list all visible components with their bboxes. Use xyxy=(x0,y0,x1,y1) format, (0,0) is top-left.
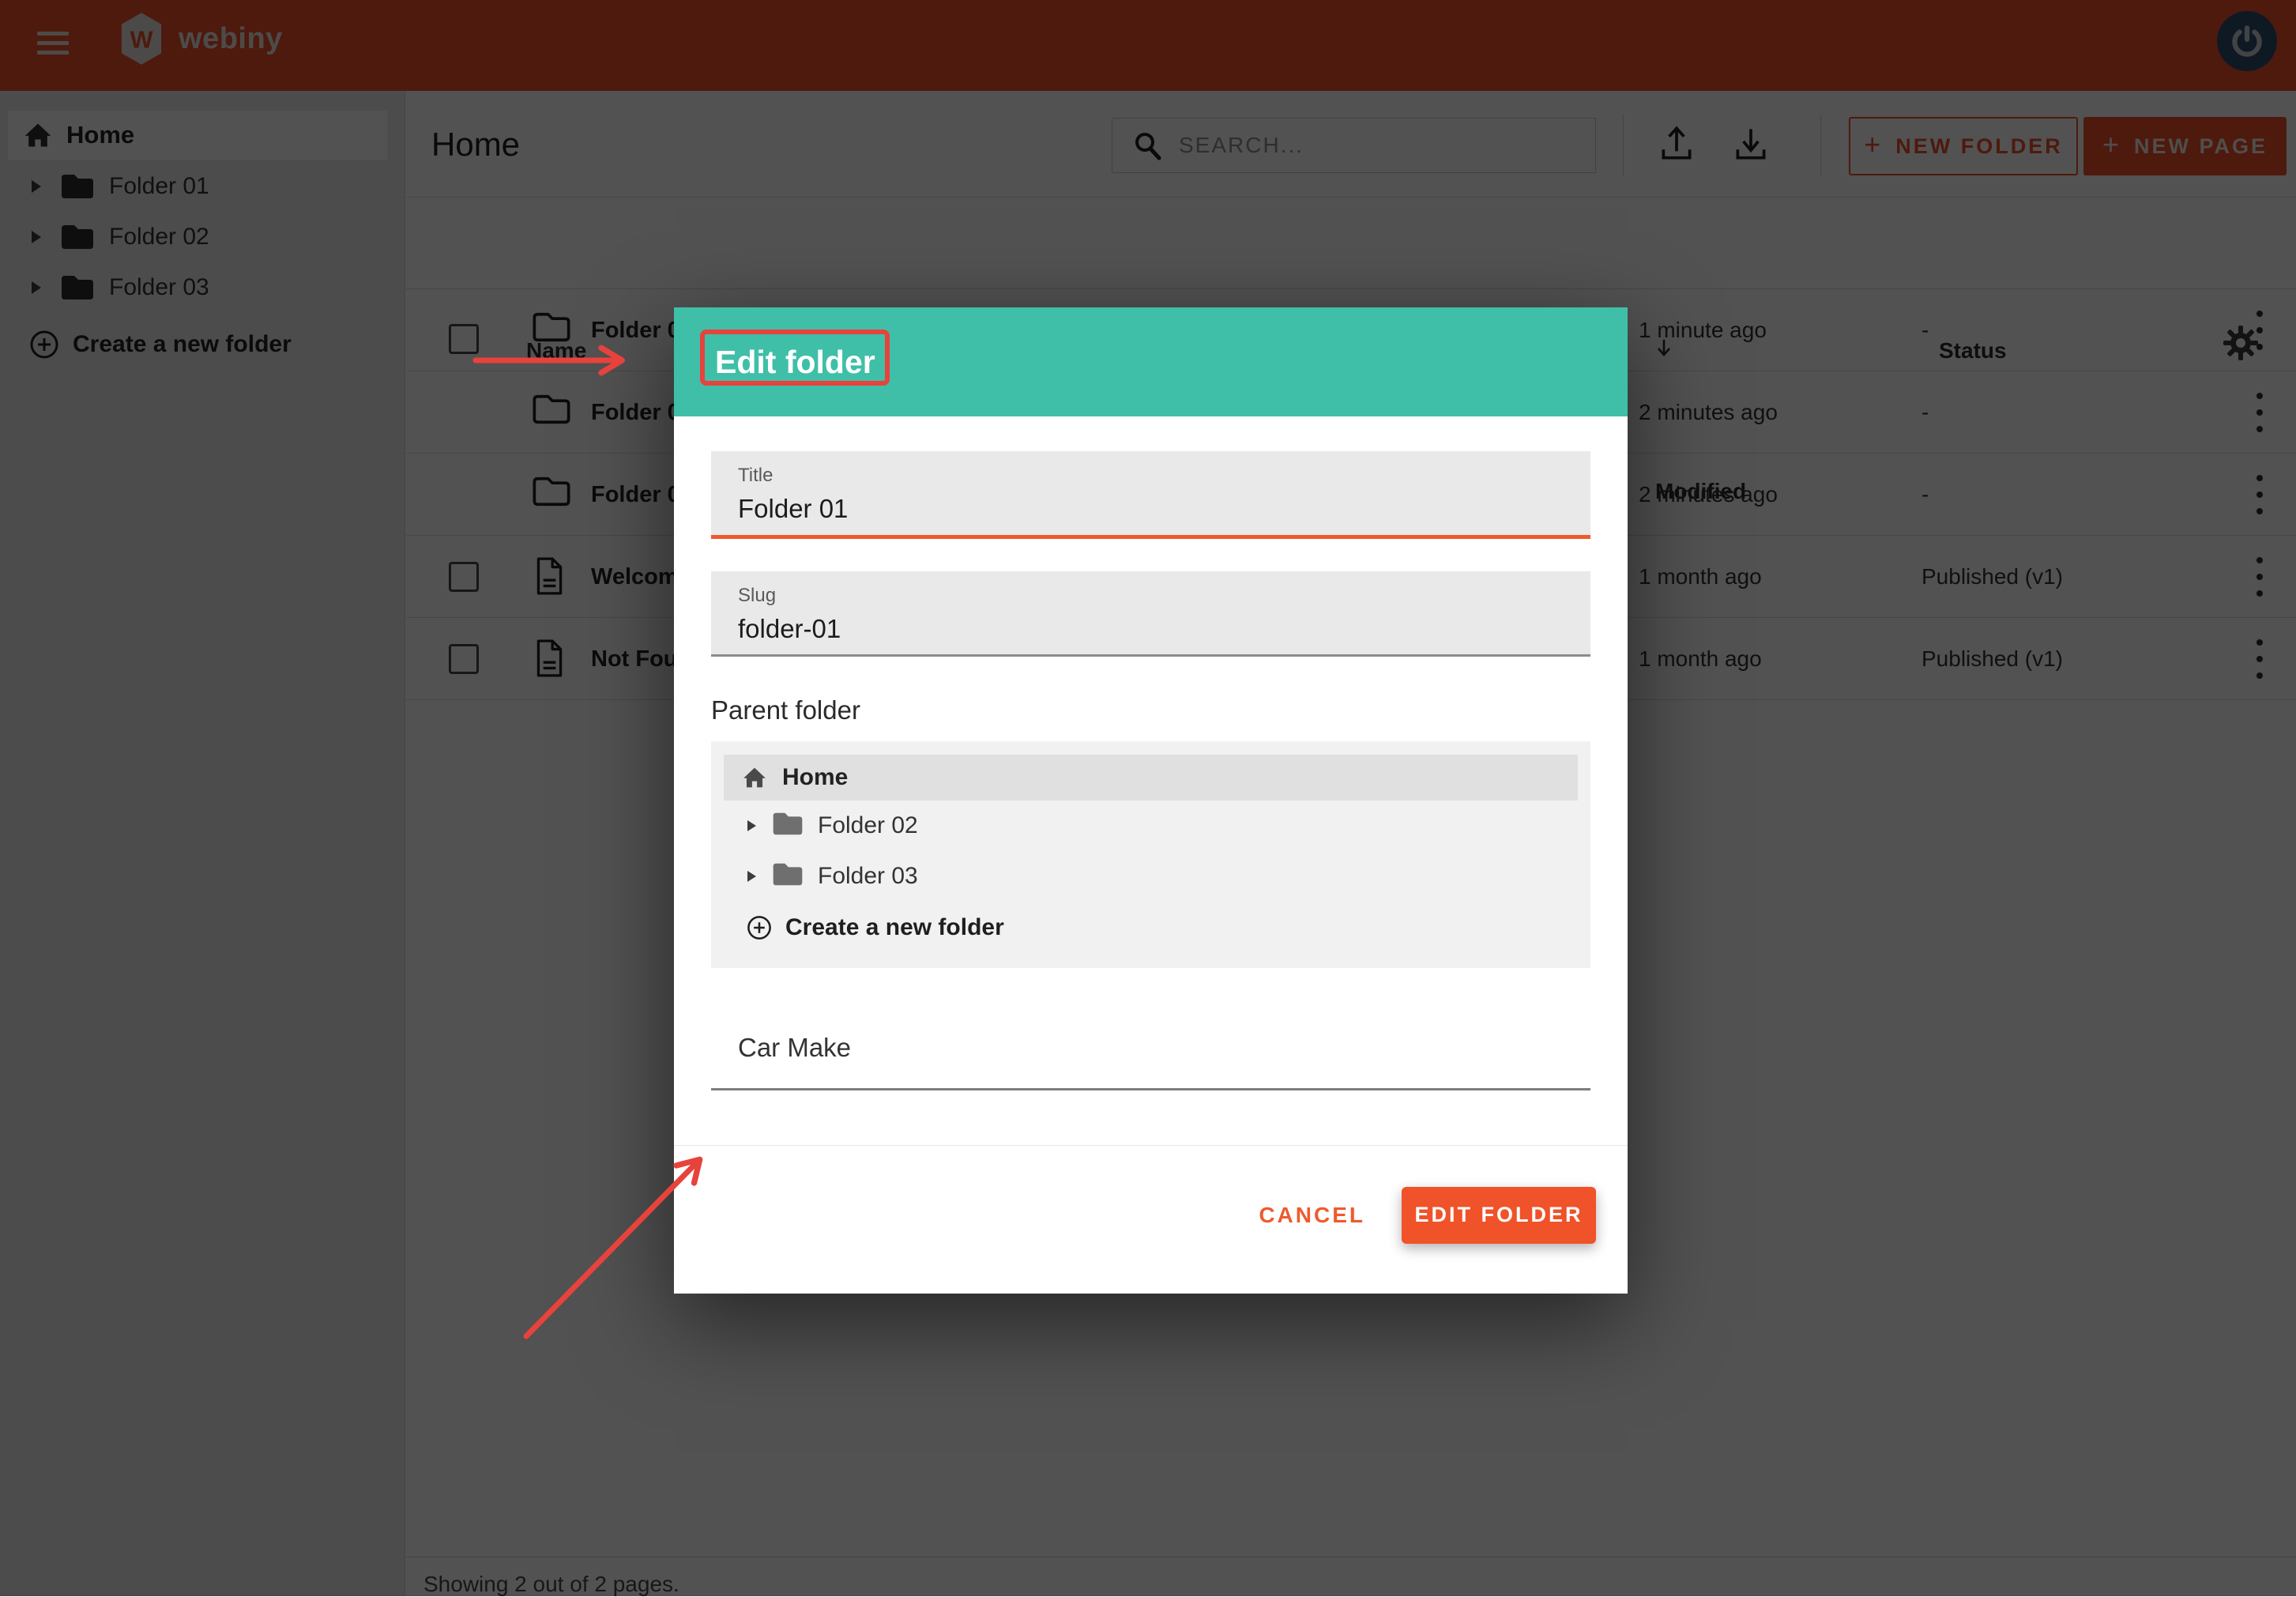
car-make-value: Car Make xyxy=(738,1033,851,1063)
title-field-value[interactable]: Folder 01 xyxy=(738,494,1590,524)
chevron-right-icon[interactable] xyxy=(747,820,756,831)
folder-icon xyxy=(770,809,805,842)
dialog-footer: CANCEL EDIT FOLDER xyxy=(674,1146,1628,1284)
home-icon xyxy=(741,764,768,791)
edit-folder-submit-button[interactable]: EDIT FOLDER xyxy=(1402,1187,1596,1244)
dialog-title: Edit folder xyxy=(715,344,875,381)
tree-create-folder-button[interactable]: Create a new folder xyxy=(724,902,1578,954)
cancel-button[interactable]: CANCEL xyxy=(1259,1203,1365,1228)
tree-home-label: Home xyxy=(782,764,848,791)
car-make-select[interactable]: Car Make xyxy=(711,1008,1590,1090)
slug-field-label: Slug xyxy=(738,585,1590,607)
slug-field-value[interactable]: folder-01 xyxy=(738,614,1590,644)
edit-folder-dialog: Edit folder Title Folder 01 Slug folder-… xyxy=(674,307,1628,1294)
tree-folder-label: Folder 03 xyxy=(818,863,918,890)
tree-create-folder-label: Create a new folder xyxy=(785,914,1004,941)
chevron-right-icon[interactable] xyxy=(747,871,756,882)
plus-circle-icon xyxy=(746,914,773,941)
title-field-label: Title xyxy=(738,465,1590,487)
dialog-header: Edit folder xyxy=(674,307,1628,416)
parent-folder-section-label: Parent folder xyxy=(711,695,1590,725)
tree-item-folder-02[interactable]: Folder 02 xyxy=(724,800,1578,851)
title-field[interactable]: Title Folder 01 xyxy=(711,451,1590,539)
folder-icon xyxy=(770,860,805,893)
tree-item-folder-03[interactable]: Folder 03 xyxy=(724,851,1578,902)
tree-item-home[interactable]: Home xyxy=(724,755,1578,800)
dialog-body: Title Folder 01 Slug folder-01 Parent fo… xyxy=(674,451,1628,1146)
parent-folder-tree: Home Folder 02 Folder 03 xyxy=(711,741,1590,968)
slug-field[interactable]: Slug folder-01 xyxy=(711,571,1590,657)
tree-folder-label: Folder 02 xyxy=(818,812,918,839)
